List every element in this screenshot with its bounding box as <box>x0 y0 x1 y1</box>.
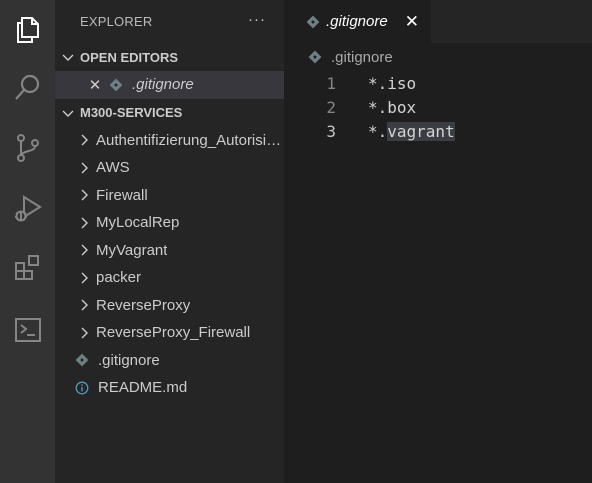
explorer-icon[interactable] <box>0 6 55 54</box>
folder-label: packer <box>96 269 142 287</box>
folder-item[interactable]: ReverseProxy_Firewall <box>55 319 284 347</box>
extensions-icon[interactable] <box>0 244 55 292</box>
breadcrumb-label: .gitignore <box>331 48 393 66</box>
open-editor-label: .gitignore <box>132 76 194 94</box>
tab-label: .gitignore <box>326 13 388 30</box>
tab-bar: .gitignore ✕ <box>284 0 592 43</box>
line-text: *.box <box>368 97 417 117</box>
tab-close-icon[interactable]: ✕ <box>405 12 419 32</box>
chevron-right-icon <box>81 244 88 256</box>
line-text: *.vagrant <box>368 121 455 141</box>
close-editor-icon[interactable]: ✕ <box>87 76 103 94</box>
code-line: 1 *.iso <box>284 71 592 95</box>
explorer-sidebar: EXPLORER ··· OPEN EDITORS ✕ .gitignore M… <box>55 0 284 483</box>
info-icon <box>75 381 89 395</box>
folder-item[interactable]: MyVagrant <box>55 237 284 265</box>
activity-bar <box>0 0 55 483</box>
line-number: 1 <box>326 73 336 93</box>
tab-gitignore[interactable]: .gitignore ✕ <box>284 0 431 43</box>
code-line-active: 3 *.vagrant <box>284 119 592 143</box>
git-file-icon <box>75 353 89 367</box>
folder-label: MyLocalRep <box>96 214 180 232</box>
folder-label: MyVagrant <box>96 241 168 259</box>
chevron-right-icon <box>81 189 88 201</box>
selection-highlight: vagrant <box>387 121 455 141</box>
folder-item[interactable]: ReverseProxy <box>55 292 284 320</box>
search-icon[interactable] <box>0 64 55 112</box>
git-file-icon <box>109 78 123 92</box>
source-control-icon[interactable] <box>0 124 55 172</box>
folder-item[interactable]: packer <box>55 264 284 292</box>
folder-label: ReverseProxy <box>96 296 191 314</box>
git-file-icon <box>306 15 320 28</box>
workspace-title: M300-SERVICES <box>80 105 183 120</box>
chevron-right-icon <box>81 327 88 339</box>
open-editors-section[interactable]: OPEN EDITORS <box>55 43 284 71</box>
code-editor[interactable]: 1 *.iso 2 *.box 3 *.vagrant <box>284 71 592 143</box>
more-actions-button[interactable]: ··· <box>248 11 266 32</box>
file-item[interactable]: README.md <box>55 374 284 402</box>
file-item[interactable]: .gitignore <box>55 347 284 375</box>
folder-item[interactable]: MyLocalRep <box>55 209 284 237</box>
terminal-icon[interactable] <box>0 306 55 354</box>
line-number: 2 <box>326 97 336 117</box>
chevron-right-icon <box>81 162 88 174</box>
run-debug-icon[interactable] <box>0 184 55 232</box>
file-label: .gitignore <box>98 351 160 369</box>
line-text: *.iso <box>368 73 417 93</box>
workspace-section[interactable]: M300-SERVICES <box>55 99 284 127</box>
explorer-header: EXPLORER ··· <box>55 0 284 43</box>
chevron-right-icon <box>81 134 88 146</box>
folder-label: Authentifizierung_Autorisierung <box>96 131 284 149</box>
folder-item[interactable]: Firewall <box>55 182 284 210</box>
line-text-prefix: *. <box>368 121 388 141</box>
chevron-down-icon <box>62 54 74 61</box>
editor-area: .gitignore ✕ .gitignore 1 *.iso 2 *.box … <box>284 0 592 483</box>
folder-label: Firewall <box>96 186 148 204</box>
code-line: 2 *.box <box>284 95 592 119</box>
chevron-right-icon <box>81 272 88 284</box>
open-editor-item[interactable]: ✕ .gitignore <box>55 71 284 99</box>
open-editors-title: OPEN EDITORS <box>80 49 179 65</box>
explorer-title: EXPLORER <box>80 14 153 29</box>
chevron-right-icon <box>81 217 88 229</box>
chevron-down-icon <box>62 110 74 117</box>
folder-label: AWS <box>96 159 130 177</box>
folder-item[interactable]: AWS <box>55 154 284 182</box>
chevron-right-icon <box>81 299 88 311</box>
folder-item[interactable]: Authentifizierung_Autorisierung <box>55 127 284 155</box>
file-label: README.md <box>98 379 188 397</box>
breadcrumb[interactable]: .gitignore <box>284 43 592 71</box>
line-number: 3 <box>326 121 336 141</box>
folder-label: ReverseProxy_Firewall <box>96 324 251 342</box>
git-file-icon <box>308 50 322 64</box>
